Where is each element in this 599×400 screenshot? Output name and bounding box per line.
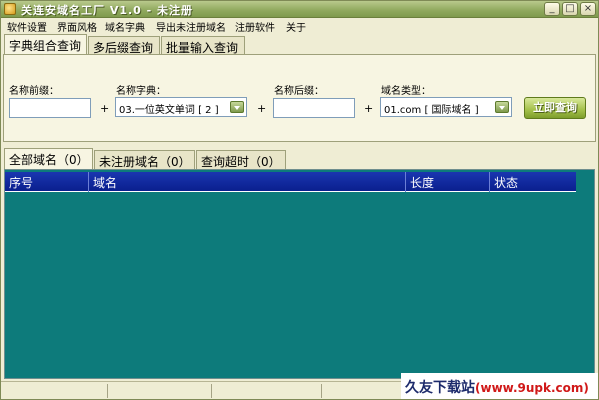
prefix-input[interactable] [9, 98, 91, 118]
menu-settings[interactable]: 软件设置 [7, 19, 47, 34]
column-divider[interactable] [489, 172, 490, 192]
suffix-label: 名称后缀： [274, 86, 324, 97]
window-title: 关连安域名工厂 V1.0 - 未注册 [21, 4, 194, 17]
tab-all-domains[interactable]: 全部域名（0） [4, 148, 93, 169]
menu-bar: 软件设置 界面风格 域名字典 导出未注册域名 注册软件 关于 [1, 18, 598, 34]
col-header-length[interactable]: 长度 [410, 174, 434, 191]
dict-select-value: 03.一位英文单词 [ 2 ] [119, 105, 219, 116]
dict-label: 名称字典： [116, 86, 166, 97]
table-header: 序号 域名 长度 状态 [5, 172, 576, 192]
chevron-down-icon[interactable] [230, 101, 244, 113]
tab-dictionary-query[interactable]: 字典组合查询 [4, 34, 87, 55]
type-label: 域名类型： [381, 86, 431, 97]
menu-export[interactable]: 导出未注册域名 [156, 19, 226, 34]
tab-batch-query[interactable]: 批量输入查询 [161, 36, 245, 55]
tab-query-timeout[interactable]: 查询超时（0） [196, 150, 286, 169]
plus-sign: + [100, 102, 110, 115]
domain-type-value: 01.com [ 国际域名 ] [384, 105, 479, 116]
plus-sign: + [257, 102, 267, 115]
minimize-button[interactable]: _ [544, 2, 560, 16]
menu-about[interactable]: 关于 [286, 19, 306, 34]
domain-type-select[interactable]: 01.com [ 国际域名 ] [380, 97, 512, 117]
column-divider[interactable] [405, 172, 406, 192]
prefix-label: 名称前缀： [9, 86, 59, 97]
status-divider [107, 384, 108, 398]
watermark-url: (www.9upk.com) [475, 381, 589, 395]
title-bar[interactable]: 关连安域名工厂 V1.0 - 未注册 _ □ × [1, 1, 598, 18]
menu-theme[interactable]: 界面风格 [57, 19, 97, 34]
maximize-button[interactable]: □ [562, 2, 578, 16]
col-header-domain[interactable]: 域名 [93, 174, 117, 191]
menu-register[interactable]: 注册软件 [235, 19, 275, 34]
query-button[interactable]: 立即查询 [524, 97, 586, 119]
plus-sign: + [364, 102, 374, 115]
chevron-down-icon[interactable] [495, 101, 509, 113]
col-header-status[interactable]: 状态 [494, 174, 518, 191]
tab-multi-suffix-query[interactable]: 多后缀查询 [88, 36, 160, 55]
menu-dictionary[interactable]: 域名字典 [105, 19, 145, 34]
watermark-brand: 久友下载站 [405, 380, 475, 396]
app-icon [4, 3, 16, 15]
app-window: 关连安域名工厂 V1.0 - 未注册 _ □ × 软件设置 界面风格 域名字典 … [0, 0, 599, 400]
col-header-index[interactable]: 序号 [9, 174, 33, 191]
status-divider [321, 384, 322, 398]
close-button[interactable]: × [580, 2, 596, 16]
suffix-input[interactable] [273, 98, 355, 118]
results-table[interactable]: 序号 域名 长度 状态 [4, 169, 595, 379]
watermark: 久友下载站(www.9upk.com) [401, 373, 598, 399]
dict-select[interactable]: 03.一位英文单词 [ 2 ] [115, 97, 247, 117]
column-divider[interactable] [88, 172, 89, 192]
status-divider [211, 384, 212, 398]
tab-unregistered-domains[interactable]: 未注册域名（0） [94, 150, 195, 169]
